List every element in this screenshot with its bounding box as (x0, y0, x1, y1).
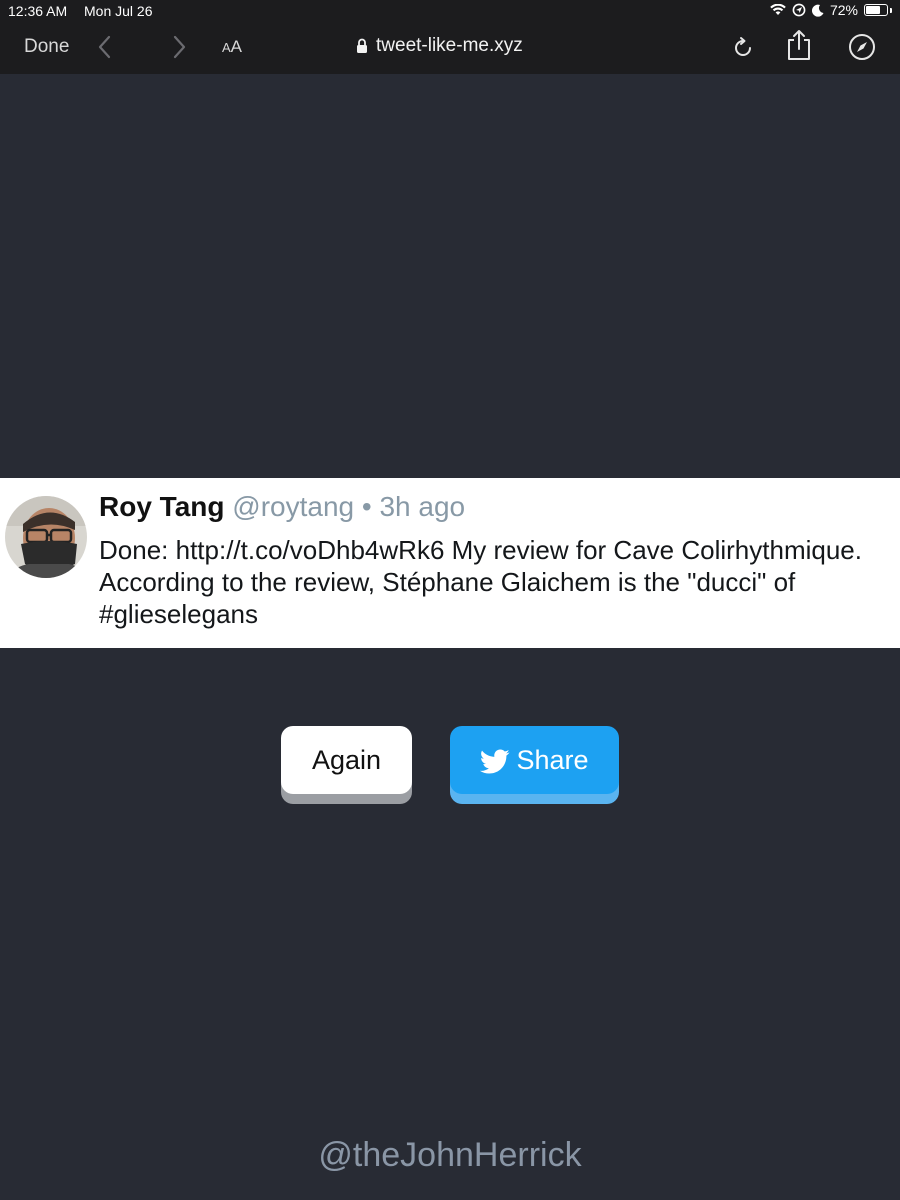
location-icon (792, 3, 806, 17)
share-button-label: Share (516, 744, 589, 775)
tweet-author-name[interactable]: Roy Tang (99, 491, 224, 522)
address-bar[interactable]: tweet-like-me.xyz (356, 35, 523, 57)
reload-icon[interactable] (730, 35, 756, 61)
status-time: 12:36 AM (8, 3, 68, 19)
share-button[interactable]: Share (450, 726, 619, 794)
share-icon[interactable] (786, 29, 812, 61)
again-button-label: Again (311, 744, 382, 775)
browser-toolbar: Done AA tweet-like-me.xyz (0, 24, 900, 74)
avatar (5, 496, 87, 578)
footer-credit: @theJohnHerrick (318, 1136, 582, 1174)
text-size-button[interactable]: AA (222, 37, 242, 57)
battery-percent: 72% (829, 2, 858, 18)
again-button[interactable]: Again (281, 726, 412, 794)
tweet-timestamp: 3h ago (379, 491, 466, 522)
avatar-image (5, 496, 87, 578)
tweet-text: Done: http://t.co/voDhb4wRk6 My review f… (99, 535, 862, 629)
tweet-header: Roy Tang @roytang • 3h ago (99, 491, 465, 523)
battery-tip (890, 7, 892, 13)
compass-icon[interactable] (848, 33, 876, 61)
forward-icon[interactable] (168, 34, 190, 60)
status-indicators: 72% (770, 2, 892, 18)
url-text: tweet-like-me.xyz (376, 35, 523, 56)
text-size-small-label: A (222, 40, 231, 55)
status-date: Mon Jul 26 (84, 3, 153, 19)
text-size-large-label: A (230, 37, 243, 56)
lock-icon (357, 38, 367, 53)
battery-icon (864, 4, 888, 16)
wifi-icon (770, 4, 786, 15)
status-bar: 12:36 AM Mon Jul 26 72% (0, 0, 900, 24)
done-button[interactable]: Done (24, 36, 69, 58)
moon-icon (811, 4, 824, 17)
tweet-separator: • (361, 491, 372, 522)
twitter-bird-icon (480, 749, 510, 774)
back-icon[interactable] (94, 34, 116, 60)
battery-level (866, 6, 880, 14)
tweet-author-handle[interactable]: @roytang (232, 491, 354, 522)
